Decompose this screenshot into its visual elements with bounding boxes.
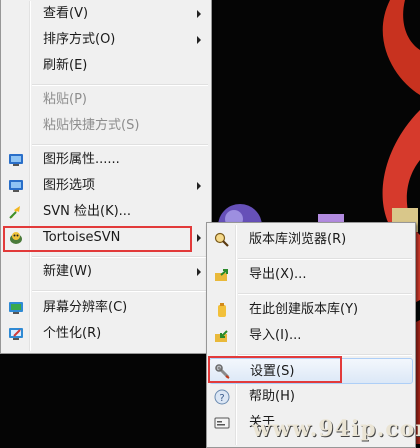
display-icon	[9, 180, 23, 192]
submenu-arrow-icon	[197, 268, 201, 276]
menu-item-import[interactable]: 导入(I)...	[209, 323, 413, 349]
menu-separator	[32, 256, 208, 258]
repo-browser-icon	[214, 232, 229, 247]
desktop-context-menu: 查看(V) 排序方式(O) 刷新(E) 粘贴(P) 粘贴快捷方式(S) 图形属性…	[0, 0, 212, 354]
menu-separator	[238, 293, 412, 295]
menu-separator	[238, 258, 412, 260]
menu-item-graphics-options[interactable]: 图形选项	[3, 173, 209, 199]
svn-checkout-icon	[9, 206, 20, 219]
export-icon	[215, 269, 228, 281]
menu-item-screen-resolution[interactable]: 屏幕分辨率(C)	[3, 295, 209, 321]
help-icon: ?	[214, 389, 230, 405]
menu-item-repo-browser[interactable]: 版本库浏览器(R)	[209, 227, 413, 253]
menu-item-graphics-properties[interactable]: 图形属性......	[3, 147, 209, 173]
submenu-arrow-icon	[197, 234, 201, 242]
menu-separator	[32, 144, 208, 146]
wallpaper-swirl-top	[382, 0, 420, 95]
menu-item-view[interactable]: 查看(V)	[3, 1, 209, 27]
menu-item-refresh[interactable]: 刷新(E)	[3, 53, 209, 79]
create-repo-icon	[218, 303, 226, 317]
menu-item-tortoisesvn[interactable]: TortoiseSVN	[3, 225, 209, 251]
submenu-arrow-icon	[197, 36, 201, 44]
menu-separator	[32, 84, 208, 86]
menu-item-settings[interactable]: 设置(S)	[209, 358, 413, 384]
display-icon	[9, 154, 23, 166]
about-icon	[214, 417, 230, 429]
submenu-arrow-icon	[197, 182, 201, 190]
menu-item-create-repo-here[interactable]: 在此创建版本库(Y)	[209, 297, 413, 323]
menu-item-new[interactable]: 新建(W)	[3, 259, 209, 285]
import-icon	[215, 330, 228, 342]
personalize-icon	[9, 328, 23, 340]
menu-separator	[32, 290, 208, 292]
menu-separator	[238, 354, 412, 356]
tortoise-icon	[10, 232, 22, 244]
svg-text:?: ?	[219, 393, 224, 404]
submenu-arrow-icon	[197, 10, 201, 18]
menu-item-help[interactable]: ? 帮助(H)	[209, 384, 413, 410]
menu-item-sort-by[interactable]: 排序方式(O)	[3, 27, 209, 53]
monitor-icon	[9, 302, 23, 314]
settings-icon	[215, 364, 230, 379]
tortoisesvn-submenu: 版本库浏览器(R) 导出(X)... 在此创建版本库(Y) 导入(I)... 设…	[206, 222, 416, 448]
menu-item-paste: 粘贴(P)	[43, 92, 87, 107]
menu-item-svn-checkout[interactable]: SVN 检出(K)...	[3, 199, 209, 225]
menu-item-personalize[interactable]: 个性化(R)	[3, 321, 209, 347]
menu-item-export[interactable]: 导出(X)...	[209, 262, 413, 288]
watermark-text: www.94ip.com	[252, 416, 420, 442]
menu-item-paste-shortcut: 粘贴快捷方式(S)	[43, 118, 140, 133]
